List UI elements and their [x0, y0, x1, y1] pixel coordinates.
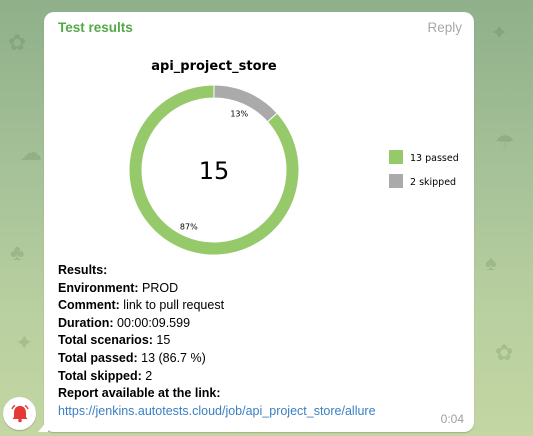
legend-label-passed: 13 passed: [410, 153, 459, 164]
total-passed-label: Total passed:: [58, 350, 138, 365]
duration-label: Duration:: [58, 315, 114, 330]
results-text: Results: Environment: PROD Comment: link…: [58, 262, 468, 420]
report-label: Report available at the link:: [58, 386, 221, 401]
total-scenarios-value: 15: [152, 333, 171, 348]
duration-value: 00:00:09.599: [113, 315, 191, 330]
total-skipped-label: Total skipped:: [58, 368, 142, 383]
message-time: 0:04: [440, 412, 464, 426]
pct-label-skipped: 13%: [230, 109, 248, 118]
chart-legend: 13 passed 2 skipped: [389, 150, 459, 188]
avatar[interactable]: [3, 397, 36, 430]
pct-label-passed: 87%: [180, 223, 198, 232]
comment-value: link to pull request: [119, 298, 225, 313]
environment-label: Environment:: [58, 280, 139, 295]
center-total-label: 15: [199, 157, 230, 185]
legend-label-skipped: 2 skipped: [410, 177, 456, 188]
sender-name[interactable]: Test results: [58, 20, 133, 35]
legend-swatch-passed: [389, 150, 403, 164]
report-link[interactable]: https://jenkins.autotests.cloud/job/api_…: [58, 404, 376, 418]
total-passed-value: 13 (86.7 %): [137, 350, 206, 365]
chart-title: api_project_store: [151, 59, 277, 74]
total-skipped-value: 2: [141, 368, 153, 383]
total-scenarios-label: Total scenarios:: [58, 333, 153, 348]
results-chart: api_project_store 13% 87% 15 13 passed 2 s…: [128, 59, 459, 256]
alarm-bell-icon: [10, 404, 29, 422]
results-heading: Results:: [58, 263, 108, 277]
bubble-tail: [38, 420, 48, 432]
message-bubble: Test results Reply api_project_store 13%…: [44, 12, 474, 432]
environment-value: PROD: [138, 280, 179, 295]
reply-button[interactable]: Reply: [427, 20, 462, 35]
comment-label: Comment:: [58, 298, 120, 313]
legend-swatch-skipped: [389, 174, 403, 188]
